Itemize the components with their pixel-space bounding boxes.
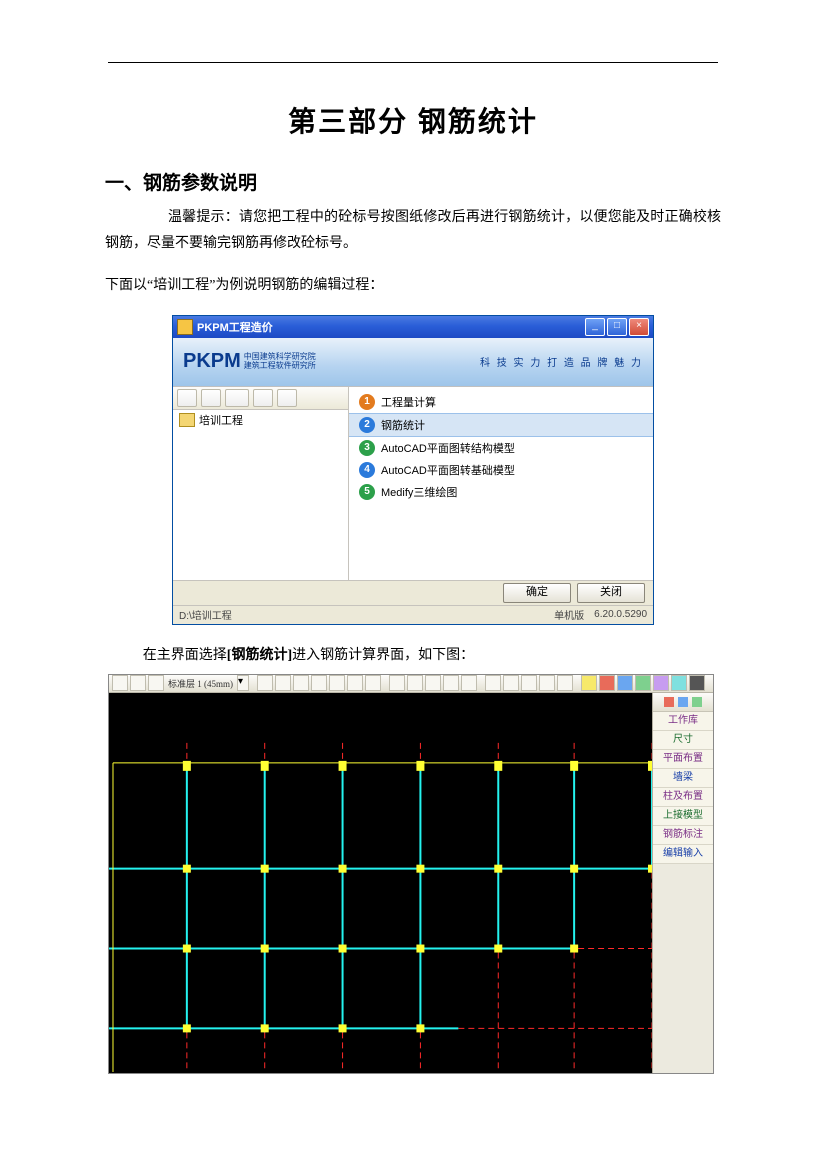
maximize-button[interactable]: □ xyxy=(607,318,627,336)
tool-icon[interactable] xyxy=(503,675,519,691)
menu-label: AutoCAD平面图转基础模型 xyxy=(381,462,515,478)
left-pane: 培训工程 xyxy=(173,387,349,580)
tool-icon[interactable] xyxy=(293,675,309,691)
cad-window: 标准层 1 (45mm) ▾ xyxy=(108,674,714,1074)
menu-item-4[interactable]: 4 AutoCAD平面图转基础模型 xyxy=(349,459,653,481)
tool-icon[interactable] xyxy=(311,675,327,691)
menu-item-5[interactable]: 5 Medify三维绘图 xyxy=(349,481,653,503)
caption-2: 在主界面选择[钢筋统计]进入钢筋计算界面，如下图： xyxy=(105,643,721,668)
status-version: 6.20.0.5290 xyxy=(594,609,647,620)
tool-icon[interactable] xyxy=(521,675,537,691)
tool-icon[interactable] xyxy=(347,675,363,691)
color-swatch-icon[interactable] xyxy=(653,675,669,691)
banner-slogan: 科 技 实 力 打 造 品 牌 魅 力 xyxy=(480,354,643,369)
menu-item-1[interactable]: 1 工程量计算 xyxy=(349,391,653,413)
badge-3-icon: 3 xyxy=(359,440,375,456)
menu-label: 工程量计算 xyxy=(381,394,436,410)
tool-icon[interactable] xyxy=(461,675,477,691)
folder-icon xyxy=(179,413,195,427)
app-icon xyxy=(177,319,193,335)
color-swatch-icon[interactable] xyxy=(671,675,687,691)
toolbar-button[interactable] xyxy=(277,389,297,407)
tool-icon[interactable] xyxy=(275,675,291,691)
tree-item-label: 培训工程 xyxy=(199,412,243,428)
side-item[interactable]: 上接模型 xyxy=(653,807,713,826)
minimize-button[interactable]: _ xyxy=(585,318,605,336)
side-item[interactable]: 墙梁 xyxy=(653,769,713,788)
badge-2-icon: 2 xyxy=(359,417,375,433)
toolbar-button[interactable] xyxy=(177,389,197,407)
menu-label: 钢筋统计 xyxy=(381,417,425,433)
tool-icon[interactable] xyxy=(112,675,128,691)
color-icon[interactable] xyxy=(678,697,688,707)
side-item[interactable]: 柱及布置 xyxy=(653,788,713,807)
logo: PKPM xyxy=(183,350,241,373)
paragraph-example: 下面以“培训工程”为例说明钢筋的编辑过程： xyxy=(105,273,721,299)
tool-icon[interactable] xyxy=(539,675,555,691)
color-icon[interactable] xyxy=(664,697,674,707)
toolbar-text: 标准层 1 (45mm) xyxy=(166,677,235,690)
tool-icon[interactable] xyxy=(257,675,273,691)
menu-label: Medify三维绘图 xyxy=(381,484,457,500)
cad-sidebar: 工作库 尺寸 平面布置 墙梁 柱及布置 上接模型 钢筋标注 编辑输入 xyxy=(652,693,713,1073)
pkpm-window: PKPM工程造价 _ □ × PKPM 中国建筑科学研究院建筑工程软件研究所 科… xyxy=(172,315,654,625)
menu-label: AutoCAD平面图转结构模型 xyxy=(381,440,515,456)
cad-toolbar: 标准层 1 (45mm) ▾ xyxy=(109,675,713,693)
footer: 确定 关闭 xyxy=(173,580,653,605)
logo-subtitle: 中国建筑科学研究院建筑工程软件研究所 xyxy=(244,353,316,371)
tool-icon[interactable] xyxy=(485,675,501,691)
tool-icon[interactable] xyxy=(407,675,423,691)
badge-1-icon: 1 xyxy=(359,394,375,410)
tool-icon[interactable] xyxy=(329,675,345,691)
side-item[interactable]: 工作库 xyxy=(653,712,713,731)
color-swatch-icon[interactable] xyxy=(599,675,615,691)
tool-icon[interactable] xyxy=(425,675,441,691)
ok-button[interactable]: 确定 xyxy=(503,583,571,603)
tool-icon[interactable] xyxy=(365,675,381,691)
tree-item[interactable]: 培训工程 xyxy=(173,410,348,430)
color-swatch-icon[interactable] xyxy=(689,675,705,691)
menu-item-2[interactable]: 2 钢筋统计 xyxy=(349,413,653,437)
tool-icon[interactable] xyxy=(557,675,573,691)
menu-item-3[interactable]: 3 AutoCAD平面图转结构模型 xyxy=(349,437,653,459)
tool-icon[interactable] xyxy=(443,675,459,691)
sidebar-colors xyxy=(653,693,713,712)
paragraph-tip: 温馨提示：请您把工程中的砼标号按图纸修改后再进行钢筋统计，以便您能及时正确校核钢… xyxy=(105,205,721,257)
cancel-button[interactable]: 关闭 xyxy=(577,583,645,603)
side-item[interactable]: 平面布置 xyxy=(653,750,713,769)
left-toolbar xyxy=(173,387,348,410)
side-item[interactable]: 钢筋标注 xyxy=(653,826,713,845)
toolbar-button[interactable] xyxy=(253,389,273,407)
side-item[interactable]: 尺寸 xyxy=(653,731,713,750)
right-pane: 1 工程量计算 2 钢筋统计 3 AutoCAD平面图转结构模型 4 AutoC… xyxy=(349,387,653,580)
titlebar: PKPM工程造价 _ □ × xyxy=(173,316,653,338)
color-swatch-icon[interactable] xyxy=(635,675,651,691)
color-swatch-icon[interactable] xyxy=(581,675,597,691)
side-item[interactable]: 编辑输入 xyxy=(653,845,713,864)
status-bar: D:\培训工程 单机版 6.20.0.5290 xyxy=(173,605,653,624)
badge-4-icon: 4 xyxy=(359,462,375,478)
tool-icon[interactable] xyxy=(389,675,405,691)
toolbar-button[interactable] xyxy=(225,389,249,407)
tool-icon[interactable] xyxy=(148,675,164,691)
color-swatch-icon[interactable] xyxy=(617,675,633,691)
color-icon[interactable] xyxy=(692,697,702,707)
window-title: PKPM工程造价 xyxy=(197,319,273,335)
close-button[interactable]: × xyxy=(629,318,649,336)
section-heading: 一、钢筋参数说明 xyxy=(105,168,721,195)
cad-canvas[interactable] xyxy=(109,693,652,1073)
status-path: D:\培训工程 xyxy=(179,607,232,622)
dropdown-icon[interactable]: ▾ xyxy=(237,675,249,691)
doc-title: 第三部分 钢筋统计 xyxy=(105,100,721,140)
tool-icon[interactable] xyxy=(130,675,146,691)
toolbar-button[interactable] xyxy=(201,389,221,407)
status-mode: 单机版 xyxy=(554,607,584,622)
banner: PKPM 中国建筑科学研究院建筑工程软件研究所 科 技 实 力 打 造 品 牌 … xyxy=(173,338,653,386)
badge-5-icon: 5 xyxy=(359,484,375,500)
